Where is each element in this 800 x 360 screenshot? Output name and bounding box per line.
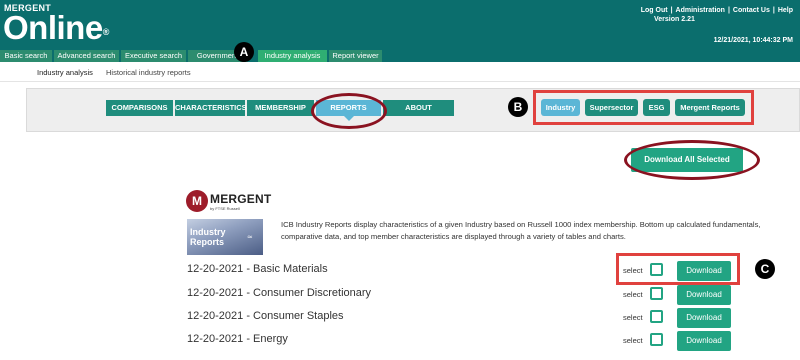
annotation-box-scope [533, 90, 754, 125]
annotation-marker-a: A [234, 42, 254, 62]
thumbnail-line-1: Industry [190, 227, 226, 237]
bird-icon: ≃ [247, 234, 253, 241]
report-title[interactable]: 12-20-2021 - Energy [187, 333, 288, 345]
app-header: MERGENT Online® Log Out | Administration | C… [0, 0, 800, 48]
report-download-button[interactable]: Download [677, 285, 731, 305]
tab-advanced-search[interactable]: Advanced search [54, 50, 120, 62]
report-select-checkbox[interactable] [650, 333, 663, 346]
subnav-historical-reports[interactable]: Historical industry reports [106, 68, 191, 77]
link-separator: | [772, 7, 775, 14]
thumbnail-line-2: Reports [190, 237, 225, 247]
select-label: select [623, 336, 643, 345]
annotation-ellipse-download-all [624, 140, 760, 180]
tab-executive-search[interactable]: Executive search [121, 50, 187, 62]
timestamp: 12/21/2021, 10:44:32 PM [713, 37, 793, 44]
tab-basic-search[interactable]: Basic search [0, 50, 53, 62]
annotation-box-row-actions [616, 253, 740, 285]
brand-logo[interactable]: Online® [3, 10, 109, 46]
report-select-checkbox[interactable] [650, 310, 663, 323]
report-title[interactable]: 12-20-2021 - Basic Materials [187, 263, 328, 275]
sub-navigation: Industry analysis Historical industry re… [0, 62, 800, 82]
main-tabs: Basic search Advanced search Executive s… [0, 48, 800, 62]
mergent-logo-text: MERGENT [210, 192, 272, 206]
select-label: select [623, 290, 643, 299]
nav-characteristics[interactable]: CHARACTERISTICS [175, 100, 247, 116]
brand-name: Online [3, 9, 103, 46]
subnav-industry-analysis[interactable]: Industry analysis [37, 68, 93, 77]
report-download-button[interactable]: Download [677, 331, 731, 351]
contact-us-link[interactable]: Contact Us [733, 7, 770, 14]
utility-links: Log Out | Administration | Contact Us | Help [641, 6, 793, 15]
nav-membership[interactable]: MEMBERSHIP [247, 100, 315, 116]
report-select-checkbox[interactable] [650, 287, 663, 300]
tab-report-viewer[interactable]: Report viewer [329, 50, 383, 62]
industry-reports-thumbnail: Industry Reports ≃ [187, 219, 263, 255]
report-title[interactable]: 12-20-2021 - Consumer Staples [187, 310, 344, 322]
link-separator: | [727, 7, 730, 14]
mergent-logo-mark: M [186, 190, 208, 212]
logout-link[interactable]: Log Out [641, 7, 668, 14]
select-label: select [623, 313, 643, 322]
tab-industry-analysis[interactable]: Industry analysis [258, 50, 328, 62]
annotation-marker-b: B [508, 97, 528, 117]
administration-link[interactable]: Administration [676, 7, 725, 14]
report-download-button[interactable]: Download [677, 308, 731, 328]
annotation-ellipse-reports [311, 93, 387, 129]
registered-mark: ® [102, 27, 110, 37]
nav-comparisons[interactable]: COMPARISONS [106, 100, 174, 116]
reports-description: ICB Industry Reports display characteris… [281, 220, 761, 241]
annotation-marker-c: C [755, 259, 775, 279]
version-text: Version 2.21 [654, 16, 695, 23]
help-link[interactable]: Help [778, 7, 793, 14]
mergent-logo-subtext: by FTSE Russell [210, 206, 240, 211]
nav-about[interactable]: ABOUT [383, 100, 455, 116]
link-separator: | [670, 7, 673, 14]
report-title[interactable]: 12-20-2021 - Consumer Discretionary [187, 287, 371, 299]
